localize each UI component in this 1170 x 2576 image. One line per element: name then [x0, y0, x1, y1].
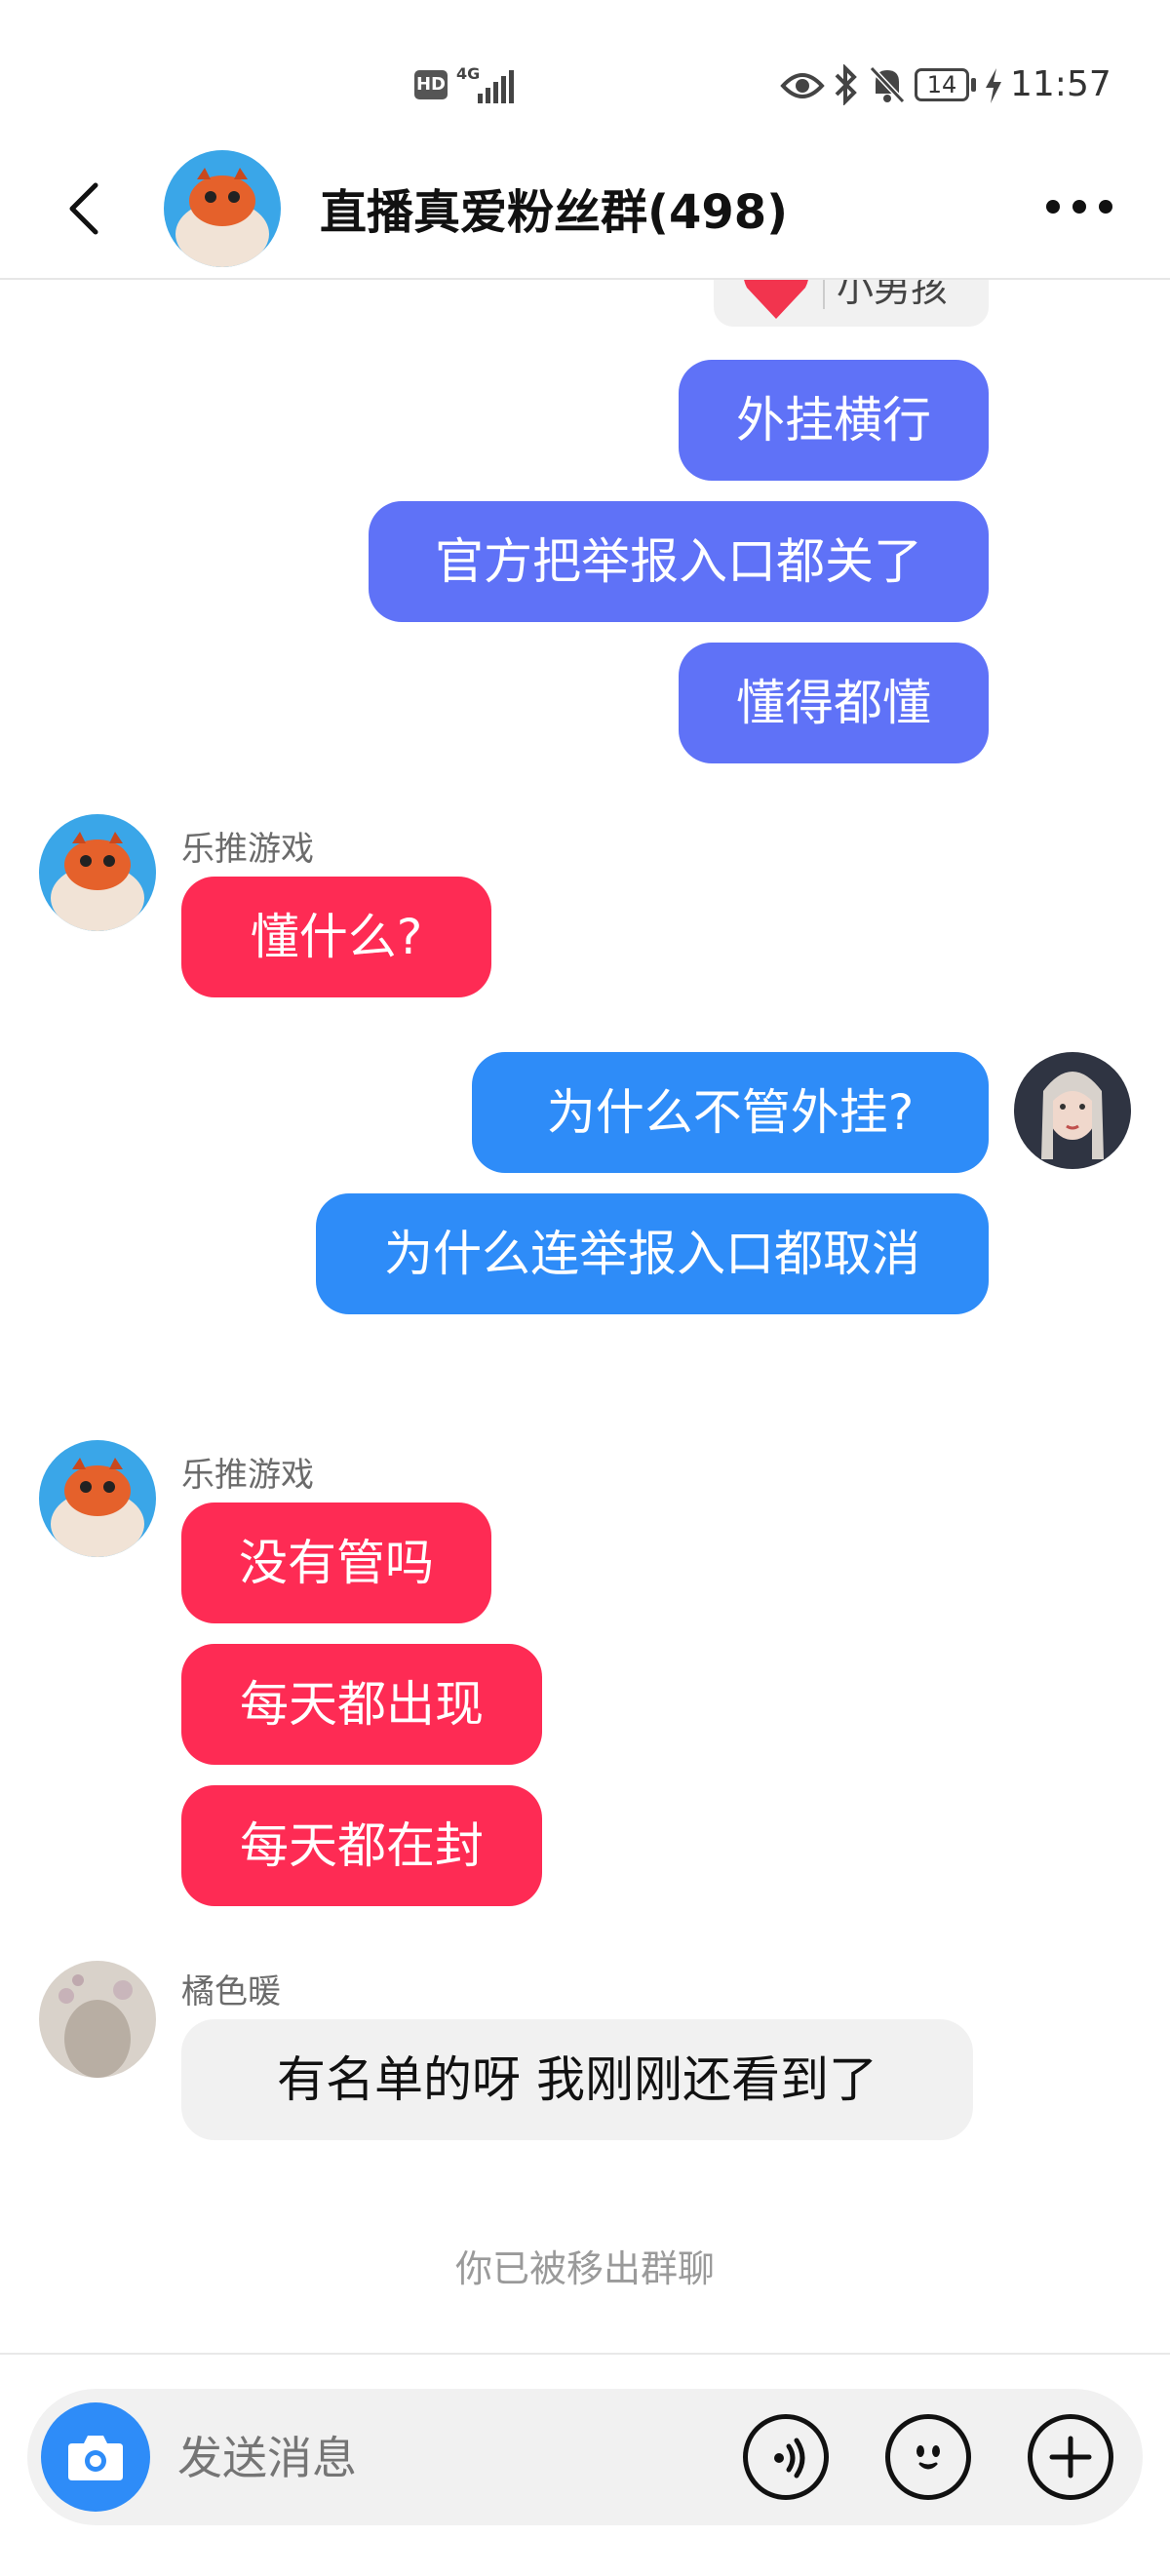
message-input[interactable] [176, 2424, 725, 2492]
bluetooth-icon [835, 64, 857, 105]
emoji-button[interactable] [885, 2414, 971, 2500]
plus-icon [1049, 2436, 1092, 2478]
more-icon[interactable] [1043, 197, 1115, 216]
hd-badge: HD [414, 70, 448, 99]
self-avatar[interactable] [1014, 1052, 1131, 1169]
eye-icon [780, 73, 825, 98]
clock: 11:57 [1010, 64, 1112, 104]
message-bubble-other[interactable]: 懂什么? [181, 877, 491, 997]
message-input-container[interactable] [27, 2389, 1143, 2525]
message-bubble-other[interactable]: 没有管吗 [181, 1503, 491, 1623]
more-actions-button[interactable] [1028, 2414, 1113, 2500]
message-bubble-self[interactable]: 为什么连举报入口都取消 [316, 1193, 989, 1314]
chat-area[interactable]: 小男孩 外挂横行 官方把举报入口都关了 懂得都懂 乐推游戏 懂什么? 为什么不管… [0, 280, 1170, 2351]
battery-level: 14 [926, 71, 957, 98]
message-bubble-self[interactable]: 懂得都懂 [679, 643, 989, 763]
message-bubble-self[interactable]: 为什么不管外挂? [472, 1052, 989, 1173]
camera-icon [68, 2436, 123, 2480]
message-bubble-self[interactable]: 外挂横行 [679, 360, 989, 481]
message-bubble-self[interactable]: 官方把举报入口都关了 [369, 501, 989, 622]
gift-card-label: 小男孩 [837, 280, 949, 310]
camera-button[interactable] [41, 2402, 150, 2512]
sender-name: 乐推游戏 [181, 1456, 314, 1495]
message-bubble-other[interactable]: 有名单的呀 我刚刚还看到了 [181, 2019, 973, 2140]
heart-icon [744, 280, 808, 319]
group-avatar[interactable] [164, 150, 281, 267]
voice-button[interactable] [743, 2414, 829, 2500]
gift-card[interactable]: 小男孩 [714, 280, 989, 327]
status-bar: HD 4G 14 11:57 [0, 0, 1170, 137]
back-arrow-icon[interactable] [60, 179, 109, 238]
voice-icon [774, 2438, 805, 2478]
signal-icon [478, 68, 517, 103]
sender-name: 乐推游戏 [181, 830, 314, 869]
message-text: 没有管吗 [239, 1535, 434, 1591]
sender-name: 橘色暖 [181, 1972, 281, 2011]
message-bubble-other[interactable]: 每天都出现 [181, 1644, 542, 1765]
battery-tip [971, 78, 976, 92]
sender-avatar[interactable] [39, 1440, 156, 1557]
sender-avatar[interactable] [39, 814, 156, 931]
system-notice: 你已被移出群聊 [454, 2247, 715, 2290]
chat-header: 直播真爱粉丝群(498) [0, 137, 1170, 280]
charging-icon [986, 68, 1001, 103]
network-type: 4G [456, 64, 481, 83]
sender-avatar[interactable] [39, 1961, 156, 2078]
battery-icon: 14 [915, 68, 969, 101]
message-bubble-other[interactable]: 每天都在封 [181, 1785, 542, 1906]
emoji-icon [916, 2445, 940, 2470]
group-title[interactable]: 直播真爱粉丝群(498) [320, 174, 788, 242]
mute-icon [869, 65, 906, 104]
